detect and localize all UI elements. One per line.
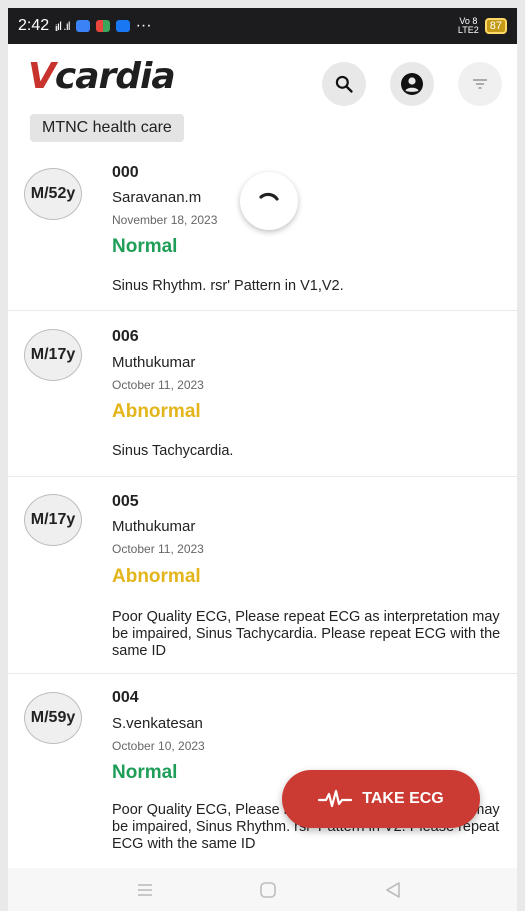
loading-spinner <box>240 172 298 230</box>
ecg-record-list: M/52y 000 Saravanan.m November 18, 2023 … <box>8 154 517 864</box>
facebook-icon <box>115 20 130 32</box>
patient-name: Saravanan.m <box>112 189 202 206</box>
record-id: 006 <box>112 328 139 345</box>
avatar: M/17y <box>24 494 82 546</box>
record-item[interactable]: M/59y 004 S.venkatesan October 10, 2023 … <box>8 674 517 864</box>
back-icon <box>386 882 400 898</box>
avatar: M/17y <box>24 329 82 381</box>
search-icon <box>335 75 353 93</box>
take-ecg-button[interactable]: TAKE ECG <box>282 770 480 828</box>
record-status: Normal <box>112 762 178 783</box>
organization-filter-chip[interactable]: MTNC health care <box>30 114 184 142</box>
take-ecg-label: TAKE ECG <box>362 790 444 807</box>
status-bar: 2:42 ᵢᵢıl .ıl ··· Vo 8 LTE2 87 <box>8 8 517 44</box>
record-status: Normal <box>112 236 178 257</box>
home-button[interactable] <box>253 876 283 904</box>
patient-name: Muthukumar <box>112 518 196 535</box>
app-notification-icon <box>95 20 110 32</box>
record-date: October 11, 2023 <box>112 378 204 392</box>
system-navigation-bar <box>8 868 517 911</box>
volte-icon: Vo 8 LTE2 <box>457 16 479 35</box>
record-status: Abnormal <box>112 566 201 587</box>
record-date: November 18, 2023 <box>112 213 218 227</box>
account-icon <box>401 73 423 95</box>
signal-icon: ᵢᵢıl .ıl <box>55 19 70 33</box>
message-app-icon <box>75 20 90 32</box>
spinner-arc-icon <box>259 192 279 201</box>
patient-name: S.venkatesan <box>112 715 203 732</box>
record-interpretation: Sinus Rhythm. rsr' Pattern in V1,V2. <box>112 278 344 294</box>
record-id: 004 <box>112 689 139 706</box>
status-time: 2:42 <box>18 17 50 34</box>
record-status: Abnormal <box>112 401 201 422</box>
record-id: 000 <box>112 164 139 181</box>
patient-name: Muthukumar <box>112 354 196 371</box>
phone-screen: 2:42 ᵢᵢıl .ıl ··· Vo 8 LTE2 87 Vcardia M… <box>8 8 517 911</box>
record-interpretation: Poor Quality ECG, Please repeat ECG as i… <box>112 609 501 659</box>
recents-icon <box>138 884 152 896</box>
search-button[interactable] <box>322 62 366 106</box>
filter-icon <box>473 79 487 89</box>
filter-button[interactable] <box>458 62 502 106</box>
account-button[interactable] <box>390 62 434 106</box>
record-interpretation: Sinus Tachycardia. <box>112 443 234 459</box>
record-item[interactable]: M/17y 006 Muthukumar October 11, 2023 Ab… <box>8 311 517 477</box>
app-bar: Vcardia <box>8 44 517 116</box>
logo-initial: V <box>28 56 56 97</box>
logo-text: cardia <box>54 56 176 97</box>
status-left: 2:42 ᵢᵢıl .ıl ··· <box>18 17 152 35</box>
more-notifications-icon: ··· <box>135 17 152 34</box>
status-right: Vo 8 LTE2 87 <box>458 17 507 35</box>
record-date: October 10, 2023 <box>112 739 205 753</box>
record-date: October 11, 2023 <box>112 542 204 556</box>
ecg-wave-icon <box>318 789 353 808</box>
avatar: M/52y <box>24 168 82 220</box>
app-logo: Vcardia <box>28 56 176 97</box>
avatar: M/59y <box>24 692 82 744</box>
record-id: 005 <box>112 493 139 510</box>
record-item[interactable]: M/17y 005 Muthukumar October 11, 2023 Ab… <box>8 477 517 674</box>
back-button[interactable] <box>378 876 408 904</box>
battery-icon: 87 <box>484 18 507 34</box>
recents-button[interactable] <box>130 876 160 904</box>
home-icon <box>260 882 276 898</box>
